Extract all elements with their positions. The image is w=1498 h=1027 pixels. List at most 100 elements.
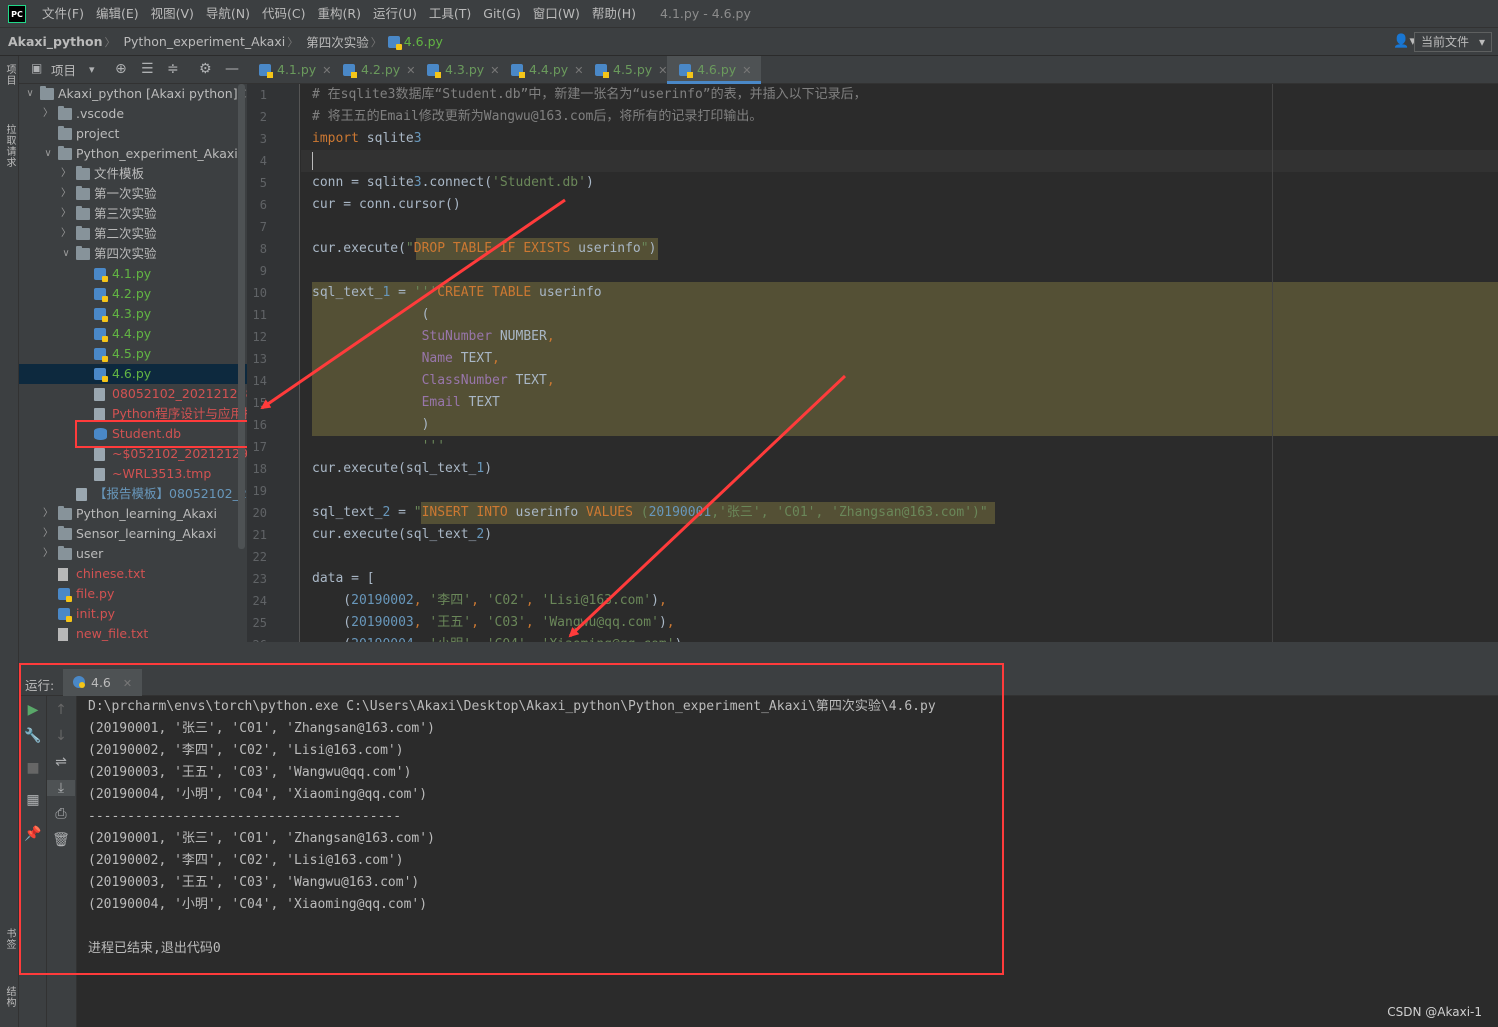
- tree-item-label: Akaxi_python [Akaxi python]: [58, 86, 238, 101]
- code-line: ClassNumber TEXT,: [421, 373, 555, 388]
- tab-4-1[interactable]: 4.1.py ✕: [247, 56, 331, 84]
- tree-item[interactable]: 〉 Sensor_learning_Akaxi: [19, 524, 247, 544]
- tool-tab-project[interactable]: 项目: [2, 64, 17, 86]
- python-file-icon: [259, 64, 273, 78]
- tree-item[interactable]: init.py: [19, 604, 247, 624]
- breadcrumb-file[interactable]: 4.6.py: [400, 34, 445, 49]
- line-number: 4: [259, 154, 267, 168]
- tool-tab-structure[interactable]: 结构: [2, 986, 17, 1008]
- collapse-icon[interactable]: ≑: [167, 61, 179, 77]
- code-line: sql_text_2 = "INSERT INTO userinfo VALUE…: [312, 505, 988, 520]
- breadcrumb-folder[interactable]: Python_experiment_Akaxi: [115, 34, 287, 49]
- close-icon[interactable]: ✕: [742, 64, 751, 77]
- tree-scrollbar[interactable]: [238, 84, 245, 549]
- folder-icon: [58, 106, 72, 120]
- folder-icon: [76, 166, 90, 180]
- user-menu-icon[interactable]: 👤▾: [1393, 34, 1416, 49]
- menu-file[interactable]: 文件(F): [36, 0, 90, 28]
- chevron-down-icon[interactable]: ∨: [61, 244, 71, 264]
- tab-label: 4.3.py: [445, 62, 485, 77]
- tree-item[interactable]: 4.1.py: [19, 264, 247, 284]
- folder-icon: [40, 86, 54, 100]
- tab-4-6[interactable]: 4.6.py ✕: [667, 56, 762, 84]
- tool-tab-pull-requests[interactable]: 拉取请求: [2, 124, 17, 168]
- tree-item[interactable]: ∨ 第四次实验: [19, 244, 247, 264]
- line-number: 10: [252, 286, 267, 300]
- current-line-highlight: [301, 150, 1498, 172]
- chevron-right-icon[interactable]: 〉: [61, 184, 71, 204]
- line-number: 13: [252, 352, 267, 366]
- menu-run[interactable]: 运行(U): [367, 0, 423, 28]
- tree-item[interactable]: 〉 第三次实验: [19, 204, 247, 224]
- chevron-right-icon[interactable]: 〉: [61, 164, 71, 184]
- chevron-down-icon[interactable]: ∨: [25, 84, 35, 104]
- code-line: conn = sqlite3.connect('Student.db'): [312, 175, 594, 190]
- chevron-right-icon[interactable]: 〉: [43, 524, 53, 544]
- tab-4-2[interactable]: 4.2.py ✕: [331, 56, 415, 84]
- tree-item[interactable]: 4.6.py: [19, 364, 247, 384]
- expand-icon[interactable]: ☰: [141, 61, 154, 77]
- code-editor[interactable]: # 在sqlite3数据库“Student.db”中，新建一张名为“userin…: [301, 84, 1498, 642]
- chevron-right-icon[interactable]: 〉: [43, 104, 53, 124]
- line-number: 23: [252, 572, 267, 586]
- tree-item[interactable]: 【报告模板】08052102_202: [19, 484, 247, 504]
- line-number: 6: [259, 198, 267, 212]
- line-number: 20: [252, 506, 267, 520]
- tree-item-label: Python_experiment_Akaxi: [76, 146, 238, 161]
- breadcrumb-project[interactable]: Akaxi_python: [0, 34, 104, 49]
- chevron-right-icon[interactable]: 〉: [61, 204, 71, 224]
- text-caret: [312, 152, 313, 170]
- menu-tools[interactable]: 工具(T): [423, 0, 477, 28]
- menu-view[interactable]: 视图(V): [145, 0, 200, 28]
- minimize-icon[interactable]: —: [225, 61, 239, 77]
- tree-item[interactable]: ∨ Python_experiment_Akaxi: [19, 144, 247, 164]
- tree-item[interactable]: 〉 Python_learning_Akaxi: [19, 504, 247, 524]
- tree-item[interactable]: chinese.txt: [19, 564, 247, 584]
- annotation-highlight-box: [19, 663, 1004, 975]
- menu-window[interactable]: 窗口(W): [527, 0, 586, 28]
- tree-item[interactable]: ~WRL3513.tmp: [19, 464, 247, 484]
- menu-help[interactable]: 帮助(H): [586, 0, 642, 28]
- tree-item[interactable]: 〉 .vscode: [19, 104, 247, 124]
- breadcrumb-subfolder[interactable]: 第四次实验: [298, 32, 371, 51]
- run-config-select[interactable]: 当前文件: [1413, 32, 1492, 52]
- doc-icon: [94, 448, 105, 461]
- chevron-right-icon[interactable]: 〉: [43, 544, 53, 564]
- tree-item-label: 第二次实验: [94, 226, 157, 241]
- menu-git[interactable]: Git(G): [477, 0, 527, 28]
- python-file-icon: [679, 64, 693, 78]
- tree-item[interactable]: 〉 第二次实验: [19, 224, 247, 244]
- chevron-right-icon[interactable]: 〉: [43, 504, 53, 524]
- target-icon[interactable]: ⊕: [115, 61, 127, 77]
- tree-item[interactable]: 〉 第一次实验: [19, 184, 247, 204]
- tool-tab-bookmarks[interactable]: 书签: [2, 928, 17, 950]
- chevron-down-icon[interactable]: ∨: [43, 144, 53, 164]
- tree-item[interactable]: new_file.txt: [19, 624, 247, 644]
- watermark: CSDN @Akaxi-1: [1387, 1005, 1482, 1019]
- tree-item[interactable]: 08052102_2021212981: [19, 384, 247, 404]
- tree-item[interactable]: file.py: [19, 584, 247, 604]
- tab-4-5[interactable]: 4.5.py ✕: [583, 56, 667, 84]
- tree-item[interactable]: 4.5.py: [19, 344, 247, 364]
- gear-icon[interactable]: ⚙: [199, 61, 212, 77]
- project-panel-title[interactable]: 项目: [51, 60, 76, 79]
- tree-item[interactable]: 4.3.py: [19, 304, 247, 324]
- tree-item[interactable]: ∨Akaxi_python [Akaxi python]C: [19, 84, 247, 104]
- menu-code[interactable]: 代码(C): [256, 0, 311, 28]
- dropdown-icon[interactable]: ▾: [89, 63, 95, 76]
- line-number: 22: [252, 550, 267, 564]
- menu-edit[interactable]: 编辑(E): [90, 0, 145, 28]
- tab-4-3[interactable]: 4.3.py ✕: [415, 56, 499, 84]
- tree-item[interactable]: 4.2.py: [19, 284, 247, 304]
- tree-item[interactable]: 〉 user: [19, 544, 247, 564]
- tree-item-label: new_file.txt: [76, 626, 149, 641]
- tree-item[interactable]: 4.4.py: [19, 324, 247, 344]
- tree-item[interactable]: 〉 文件模板: [19, 164, 247, 184]
- tree-item[interactable]: project: [19, 124, 247, 144]
- code-line: data = [: [312, 571, 375, 586]
- menu-navigate[interactable]: 导航(N): [200, 0, 256, 28]
- tree-item-label: 第三次实验: [94, 206, 157, 221]
- chevron-right-icon[interactable]: 〉: [61, 224, 71, 244]
- tab-4-4[interactable]: 4.4.py ✕: [499, 56, 583, 84]
- menu-refactor[interactable]: 重构(R): [312, 0, 367, 28]
